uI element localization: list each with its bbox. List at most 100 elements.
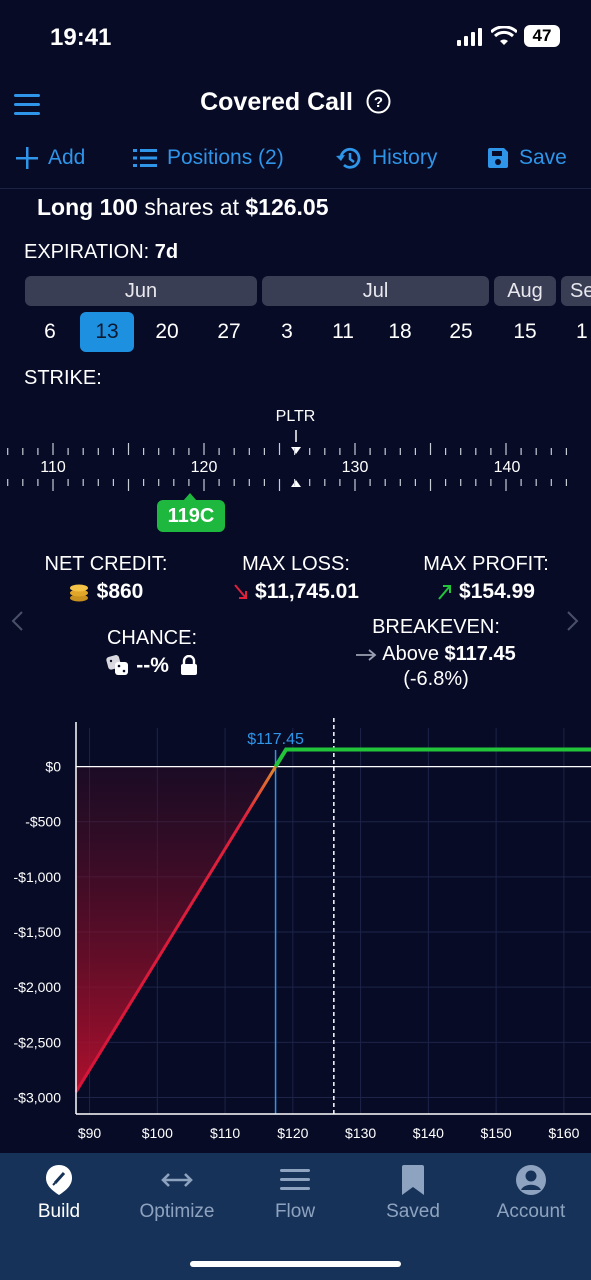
expiration-day[interactable]: 6 [23,312,77,352]
page-title-text: Covered Call [200,88,353,116]
history-label: History [372,146,438,169]
x-tick-label: $120 [277,1125,308,1141]
history-button[interactable]: History [336,146,437,170]
expiration-day-selected[interactable]: 13 [80,312,134,352]
max-loss-value: $11,745.01 [210,580,382,604]
current-price-marker-bottom [291,480,301,487]
strike-tick-label: 120 [191,459,218,476]
y-tick-label: -$2,000 [14,979,62,995]
wifi-icon [491,26,517,45]
expiration-day[interactable]: 11 [316,312,370,352]
net-credit-label: NET CREDIT: [44,553,168,575]
position-shares: 100 [99,194,138,220]
y-tick-label: -$3,000 [14,1089,62,1105]
position-side: Long [37,194,94,220]
strike-ticks [7,443,568,491]
floppy-disk-icon [488,148,508,168]
expiration-day[interactable]: 3 [260,312,314,352]
save-button[interactable]: Save [487,146,567,170]
x-tick-label: $90 [78,1125,102,1141]
strike-badge[interactable]: 119C [157,493,225,532]
strike-tick-label: 110 [40,459,66,476]
max-profit-amount: $154.99 [459,580,535,603]
net-credit-value: $860 [20,580,192,604]
lock-icon[interactable] [180,654,198,675]
payoff-chart[interactable]: $0 -$500 -$1,000 -$1,500 -$2,000 -$2,500 -$3,0… [0,718,591,1153]
tab-account-label: Account [496,1201,566,1222]
cellular-signal-icon [457,28,482,46]
chevron-right-icon[interactable] [566,610,580,632]
max-loss-label: MAX LOSS: [242,553,350,575]
tab-optimize-label: Optimize [139,1201,215,1222]
x-tick-label: $140 [413,1125,444,1141]
breakeven-percent: (-6.8%) [403,668,469,690]
battery-icon: 47 [524,25,560,47]
chance-amount: --% [136,654,169,677]
breakeven-label: BREAKEVEN: [372,616,500,638]
expiration-days: 7d [154,241,179,263]
question-circle-icon[interactable]: ? [366,89,391,114]
bookmark-icon [402,1165,424,1195]
y-tick-label: -$1,500 [14,924,62,940]
position-text: shares at [144,194,239,220]
dice-icon [106,655,129,675]
tab-build-label: Build [37,1201,81,1222]
net-credit-amount: $860 [96,580,144,603]
breakeven-price: $117.45 [444,643,516,665]
tab-build[interactable]: Build [0,1163,118,1223]
build-icon [46,1165,72,1195]
coins-icon [69,584,88,602]
tab-flow-label: Flow [274,1201,316,1222]
expiration-label: EXPIRATION: 7d [24,241,178,264]
svg-text:?: ? [374,94,383,111]
max-profit-label: MAX PROFIT: [423,553,549,575]
flow-lines-icon [280,1169,310,1190]
positions-button[interactable]: Positions (2) [133,146,284,170]
chevron-left-icon[interactable] [10,610,24,632]
x-tick-label: $110 [210,1125,240,1141]
status-bar: 19:41 47 [0,0,591,75]
month-jun[interactable]: Jun [25,276,257,306]
divider [0,188,591,189]
chance-value: --% [66,654,238,678]
badge-pointer [183,493,197,501]
month-jul[interactable]: Jul [262,276,489,306]
save-label: Save [519,146,567,169]
y-tick-label: -$500 [25,814,61,830]
expiration-day[interactable]: 20 [140,312,194,352]
tab-saved[interactable]: Saved [354,1163,472,1223]
status-time: 19:41 [50,24,112,51]
position-summary: Long 100 shares at $126.05 [37,194,329,221]
strike-tick-label: 140 [494,459,521,476]
x-tick-label: $100 [142,1125,173,1141]
month-aug[interactable]: Aug [494,276,556,306]
expiration-day[interactable]: 15 [498,312,552,352]
position-price: $126.05 [245,194,329,220]
x-tick-label: $160 [548,1125,579,1141]
expiration-day[interactable]: 18 [373,312,427,352]
positions-label: Positions (2) [167,146,284,169]
expiration-day[interactable]: 25 [434,312,488,352]
arrow-up-right-icon [438,585,452,600]
home-indicator [190,1261,401,1267]
expiration-label-text: EXPIRATION: [24,241,150,263]
breakeven-marker-label: $117.45 [247,731,304,748]
x-tick-label: $150 [481,1125,512,1141]
tab-account[interactable]: Account [472,1163,590,1223]
list-icon [133,149,157,167]
y-tick-label: -$1,000 [14,869,62,885]
tab-optimize[interactable]: Optimize [118,1163,236,1223]
expiration-day[interactable]: 27 [202,312,256,352]
add-button[interactable]: Add [16,146,85,170]
breakeven-prefix: Above [382,643,439,665]
battery-level: 47 [532,26,552,45]
series-line-profit [273,747,591,768]
max-profit-value: $154.99 [400,580,572,604]
max-loss-amount: $11,745.01 [255,580,359,603]
expiration-day[interactable]: 1 [556,312,591,352]
history-icon [336,147,361,169]
current-price-marker-top [291,447,301,454]
tab-flow[interactable]: Flow [236,1163,354,1223]
month-sep[interactable]: Se [561,276,591,306]
strike-slider[interactable]: 110 120 130 140 [0,428,591,496]
